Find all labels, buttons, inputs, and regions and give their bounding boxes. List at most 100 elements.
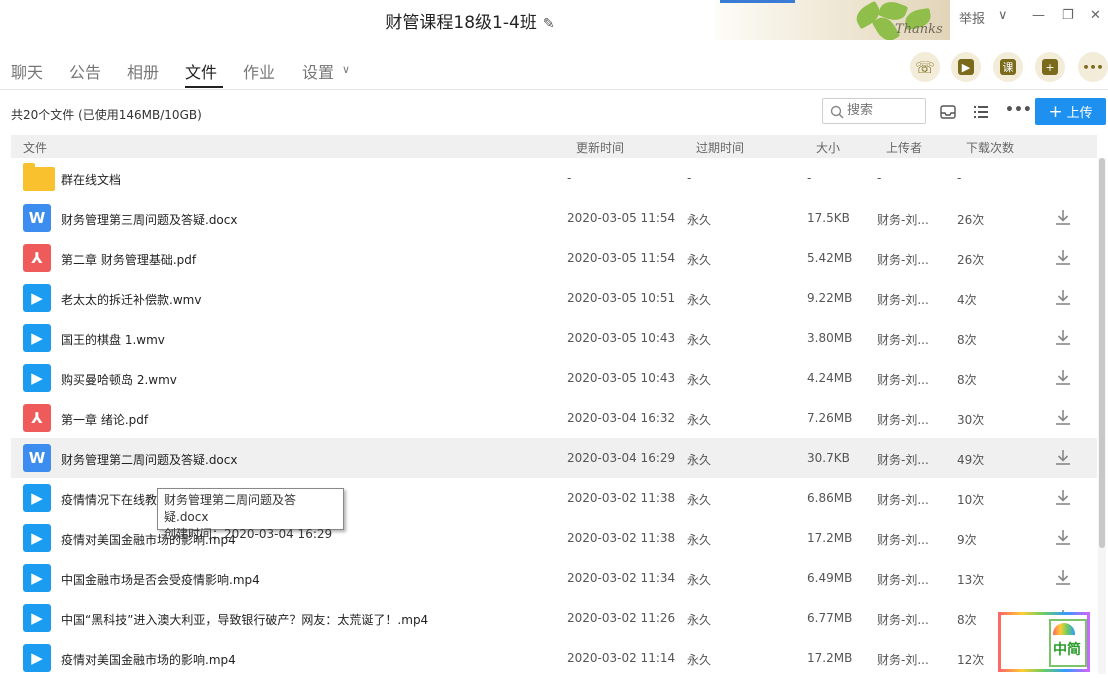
video-call-button[interactable]: ▶: [951, 52, 981, 82]
download-icon[interactable]: [1054, 248, 1072, 268]
tab-announcement[interactable]: 公告: [69, 59, 101, 83]
chevron-down-icon[interactable]: ∨: [342, 63, 350, 76]
file-row[interactable]: ▶ 中国金融市场是否会受疫情影响.mp4 2020-03-02 11:34 永久 6.4…: [11, 558, 1097, 598]
updated-time: 2020-03-04 16:29: [567, 451, 676, 465]
file-row[interactable]: ▶ 购买曼哈顿岛 2.wmv 2020-03-05 10:43 永久 4.24MB 财务-…: [11, 358, 1097, 398]
file-name[interactable]: 疫情情况下在线教: [61, 491, 157, 508]
download-icon[interactable]: [1054, 448, 1072, 468]
download-count: 10次: [957, 493, 985, 507]
restore-icon[interactable]: ❐: [1062, 8, 1074, 23]
folder-row[interactable]: 群在线文档 - - - - -: [11, 158, 1097, 198]
file-size: 6.86MB: [807, 491, 853, 505]
uploader: 财务-刘...: [877, 293, 929, 307]
column-updated[interactable]: 更新时间: [576, 139, 624, 156]
scrollbar-thumb[interactable]: [1099, 158, 1105, 548]
download-icon[interactable]: [1054, 368, 1072, 388]
search-input[interactable]: [847, 103, 921, 118]
download-count: 30次: [957, 413, 985, 427]
minimize-icon[interactable]: —: [1032, 8, 1045, 23]
file-name[interactable]: 购买曼哈顿岛 2.wmv: [61, 371, 177, 388]
download-icon[interactable]: [1054, 408, 1072, 428]
banner-accent: [720, 0, 795, 3]
file-tooltip: 财务管理第二周问题及答疑.docx 创建时间：2020-03-04 16:29: [157, 488, 344, 541]
file-row[interactable]: ▶ 疫情对美国金融市场的影响.mp4 2020-03-02 11:14 永久 17.2M…: [11, 638, 1097, 678]
tab-files[interactable]: 文件: [185, 59, 217, 83]
ime-indicator[interactable]: 中简: [998, 612, 1090, 672]
file-name[interactable]: 第一章 绪论.pdf: [61, 411, 148, 428]
file-row[interactable]: ▶ 国王的棋盘 1.wmv 2020-03-05 10:43 永久 3.80MB 财务-刘…: [11, 318, 1097, 358]
file-size: 5.42MB: [807, 251, 853, 265]
expiry-time: 永久: [687, 293, 712, 307]
close-icon[interactable]: ✕: [1090, 8, 1101, 23]
tab-chat[interactable]: 聊天: [11, 59, 43, 83]
ime-label: 中简: [1053, 642, 1081, 658]
column-size[interactable]: 大小: [816, 139, 840, 156]
column-expires[interactable]: 过期时间: [696, 139, 744, 156]
column-file[interactable]: 文件: [23, 139, 47, 156]
file-name[interactable]: 群在线文档: [61, 171, 121, 188]
column-uploader[interactable]: 上传者: [886, 139, 922, 156]
call-button[interactable]: ☏: [910, 52, 940, 82]
expiry-time: 永久: [687, 573, 712, 587]
file-name[interactable]: 中国“黑科技”进入澳大利亚，导致银行破产？网友：太荒诞了！.mp4: [61, 611, 428, 628]
file-row[interactable]: W 财务管理第二周问题及答疑.docx 2020-03-04 16:29 永久 30.7…: [11, 438, 1097, 478]
more-button[interactable]: •••: [1078, 52, 1108, 82]
file-name[interactable]: 第二章 财务管理基础.pdf: [61, 251, 196, 268]
expiry-time: 永久: [687, 533, 712, 547]
course-icon: 课: [1000, 59, 1016, 75]
download-count: 8次: [957, 373, 977, 387]
updated-time: 2020-03-02 11:14: [567, 651, 676, 665]
updated-time: 2020-03-02 11:34: [567, 571, 676, 585]
file-name[interactable]: 财务管理第三周问题及答疑.docx: [61, 211, 237, 228]
upload-button[interactable]: + 上传: [1035, 98, 1106, 125]
tab-homework[interactable]: 作业: [243, 59, 275, 83]
list-view-icon[interactable]: [973, 105, 989, 119]
uploader: -: [877, 171, 882, 185]
expiry-time: 永久: [687, 493, 712, 507]
file-name[interactable]: 老太太的拆迁补偿款.wmv: [61, 291, 201, 308]
updated-time: 2020-03-05 10:43: [567, 371, 676, 385]
group-tabs: 聊天 公告 相册 文件 作业 设置 ∨ ☏ ▶ 课 + •••: [0, 40, 1108, 90]
file-row[interactable]: ▶ 老太太的拆迁补偿款.wmv 2020-03-05 10:51 永久 9.22MB 财务…: [11, 278, 1097, 318]
video-file-icon: ▶: [23, 364, 51, 392]
download-count: -: [957, 171, 962, 185]
inbox-icon[interactable]: [940, 105, 956, 119]
file-row[interactable]: ⅄ 第二章 财务管理基础.pdf 2020-03-05 11:54 永久 5.42MB 财…: [11, 238, 1097, 278]
download-icon[interactable]: [1054, 208, 1072, 228]
download-count: 9次: [957, 533, 977, 547]
uploader: 财务-刘...: [877, 373, 929, 387]
uploader: 财务-刘...: [877, 213, 929, 227]
column-downloads[interactable]: 下载次数: [966, 139, 1014, 156]
video-file-icon: ▶: [23, 524, 51, 552]
download-count: 4次: [957, 293, 977, 307]
tab-album[interactable]: 相册: [127, 59, 159, 83]
file-row[interactable]: ▶ 中国“黑科技”进入澳大利亚，导致银行破产？网友：太荒诞了！.mp4 2020-0…: [11, 598, 1097, 638]
file-name[interactable]: 中国金融市场是否会受疫情影响.mp4: [61, 571, 260, 588]
tab-settings[interactable]: 设置: [302, 59, 334, 83]
edit-icon[interactable]: ✎: [543, 16, 555, 32]
file-size: 4.24MB: [807, 371, 853, 385]
file-row[interactable]: ⅄ 第一章 绪论.pdf 2020-03-04 16:32 永久 7.26MB 财务-刘.…: [11, 398, 1097, 438]
file-name[interactable]: 疫情对美国金融市场的影响.mp4: [61, 651, 236, 668]
download-icon[interactable]: [1054, 328, 1072, 348]
pdf-icon: ⅄: [23, 404, 51, 432]
expiry-time: 永久: [687, 453, 712, 467]
download-icon[interactable]: [1054, 528, 1072, 548]
uploader: 财务-刘...: [877, 653, 929, 667]
course-button[interactable]: 课: [993, 52, 1023, 82]
download-icon[interactable]: [1054, 568, 1072, 588]
file-row[interactable]: W 财务管理第三周问题及答疑.docx 2020-03-05 11:54 永久 17.5…: [11, 198, 1097, 238]
more-options-icon[interactable]: •••: [1005, 102, 1032, 118]
search-box[interactable]: [822, 98, 926, 124]
download-icon[interactable]: [1054, 488, 1072, 508]
video-icon: ▶: [958, 59, 974, 75]
file-size: 7.26MB: [807, 411, 853, 425]
file-name[interactable]: 财务管理第二周问题及答疑.docx: [61, 451, 237, 468]
file-name[interactable]: 国王的棋盘 1.wmv: [61, 331, 165, 348]
expiry-time: 永久: [687, 653, 712, 667]
download-icon[interactable]: [1054, 288, 1072, 308]
add-app-button[interactable]: +: [1035, 52, 1065, 82]
word-doc-icon: W: [23, 204, 51, 232]
chevron-down-icon[interactable]: ∨: [998, 8, 1008, 23]
report-button[interactable]: 举报: [959, 8, 985, 27]
